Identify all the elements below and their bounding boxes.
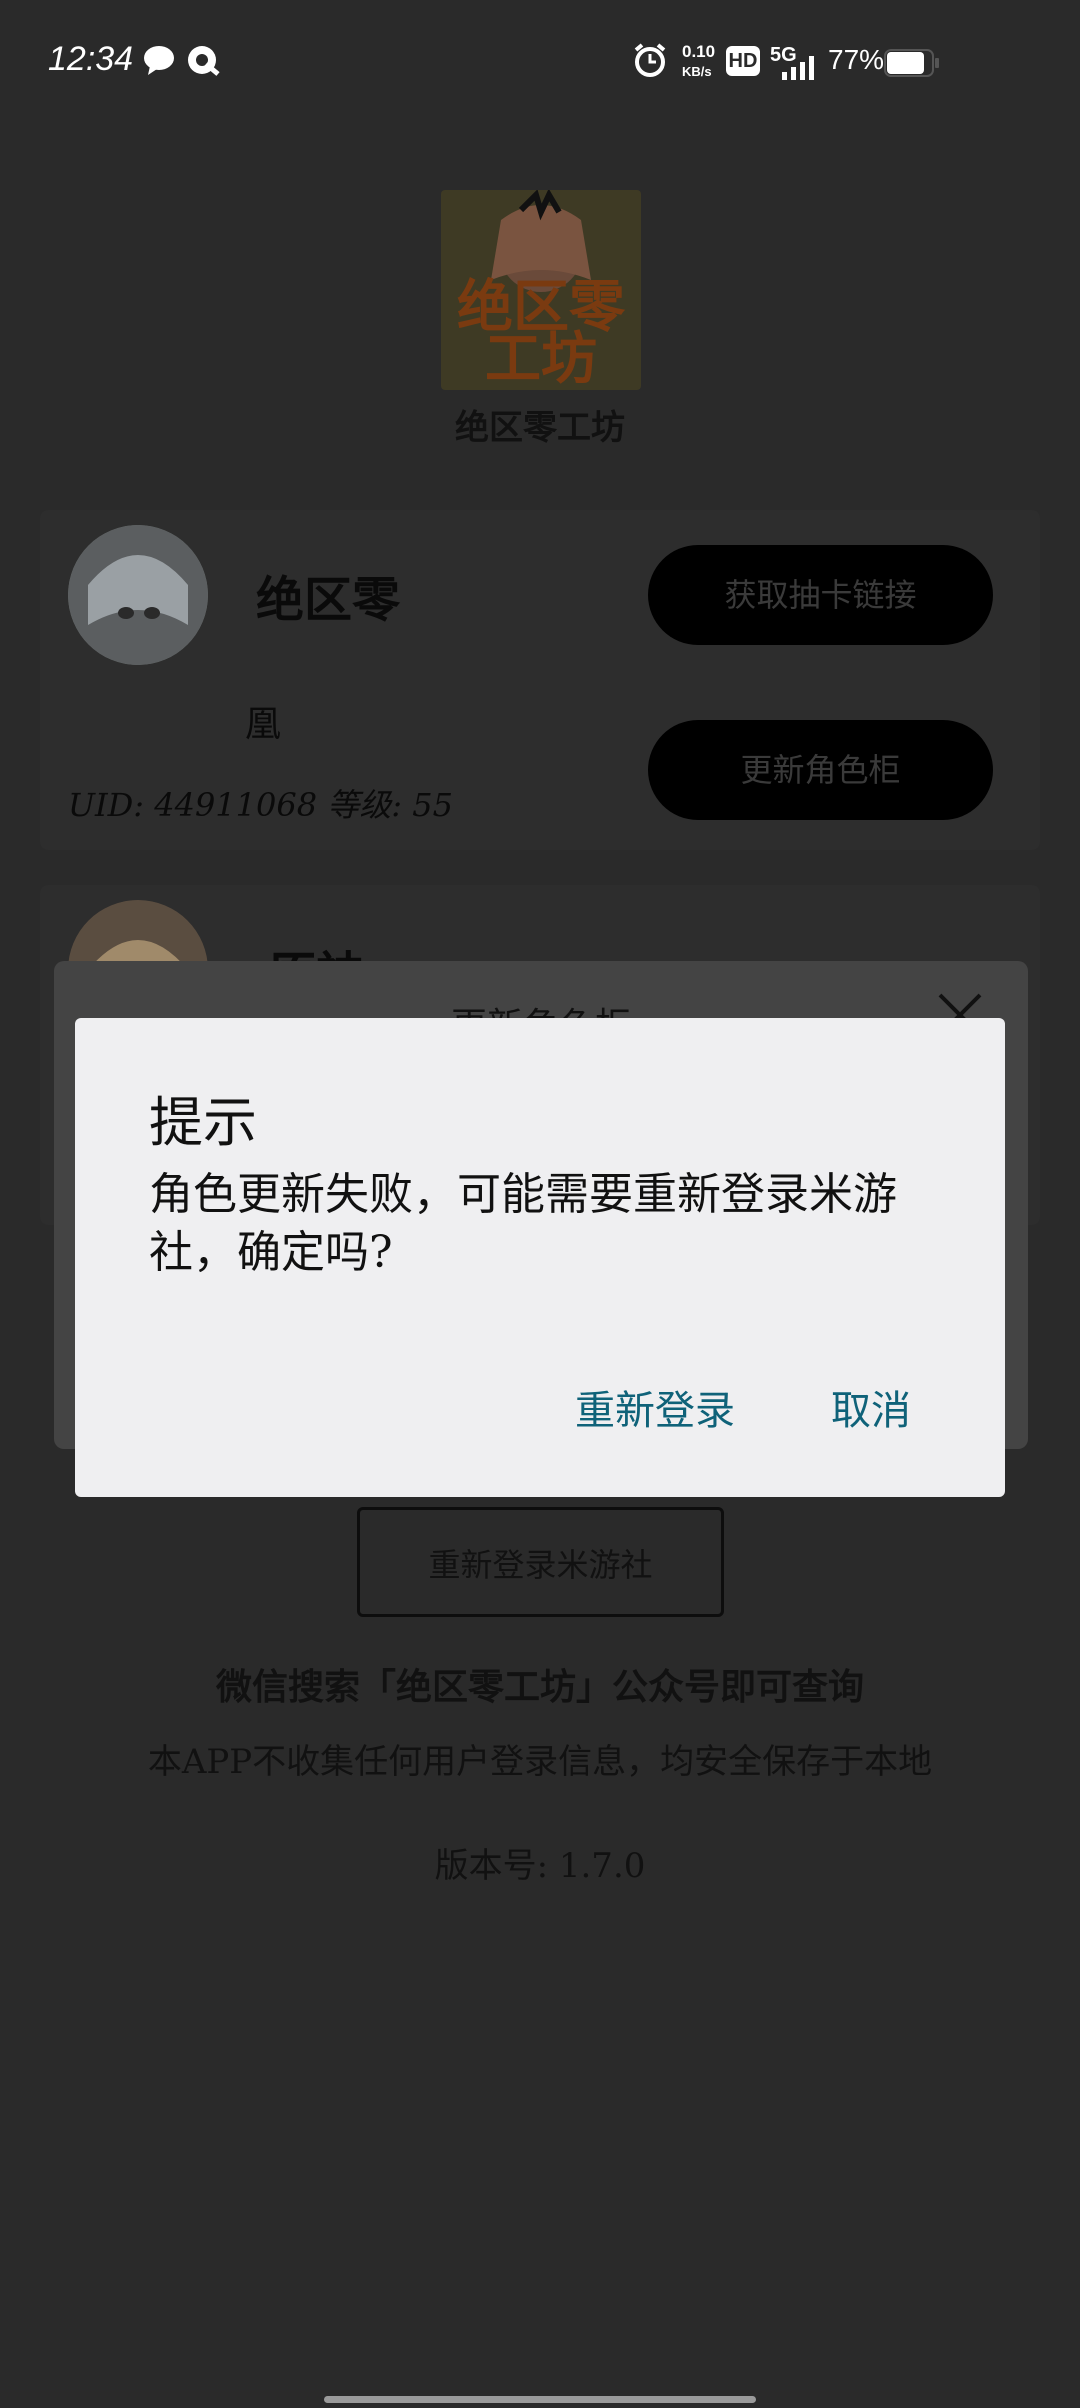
alert-message: 角色更新失败，可能需要重新登录米游社，确定吗? xyxy=(149,1169,897,1278)
avatar xyxy=(68,525,208,665)
app-name: 绝区零工坊 xyxy=(455,408,625,448)
relogin-miyoushe-button[interactable]: 重新登录米游社 xyxy=(357,1507,724,1617)
net-speed-unit: KB/s xyxy=(682,64,712,79)
home-indicator[interactable] xyxy=(324,2396,756,2403)
app-logo: 绝区零 工坊 xyxy=(441,190,641,390)
qq-browser-icon xyxy=(186,44,220,80)
status-time: 12:34 xyxy=(48,40,134,78)
update-character-cabinet-button[interactable]: 更新角色柜 xyxy=(648,720,993,820)
chat-bubble-icon xyxy=(142,44,176,80)
character-name: 凰 xyxy=(245,704,282,745)
alert-title: 提示 xyxy=(149,1091,257,1154)
relogin-confirm-button[interactable]: 重新登录 xyxy=(575,1378,735,1436)
uid-level: UID: 44911068 等级: 55 xyxy=(68,786,453,824)
alarm-icon xyxy=(632,42,668,82)
privacy-note: 本APP不收集任何用户登录信息，均安全保存于本地 xyxy=(147,1742,933,1782)
signal-icon xyxy=(780,54,820,84)
battery-percent: 77% xyxy=(828,44,885,75)
logo-text-line2: 工坊 xyxy=(485,327,597,390)
version-label: 版本号: 1.7.0 xyxy=(434,1846,646,1886)
status-bar: 12:34 0.10 KB/s HD 5G 77% xyxy=(0,0,1080,120)
get-gacha-link-button[interactable]: 获取抽卡链接 xyxy=(648,545,993,645)
cancel-button[interactable]: 取消 xyxy=(831,1378,911,1436)
battery-icon xyxy=(884,48,940,82)
wechat-hint: 微信搜索「绝区零工坊」公众号即可查询 xyxy=(215,1666,864,1708)
game-card-zzz: 绝区零 凰 UID: 44911068 等级: 55 获取抽卡链接 更新角色柜 xyxy=(40,510,1040,850)
net-speed-value: 0.10 xyxy=(682,42,716,61)
hd-badge: HD xyxy=(726,46,760,76)
alert-dialog: 提示 角色更新失败，可能需要重新登录米游社，确定吗? 重新登录 取消 xyxy=(75,1018,1005,1497)
game-name: 绝区零 xyxy=(256,572,401,628)
